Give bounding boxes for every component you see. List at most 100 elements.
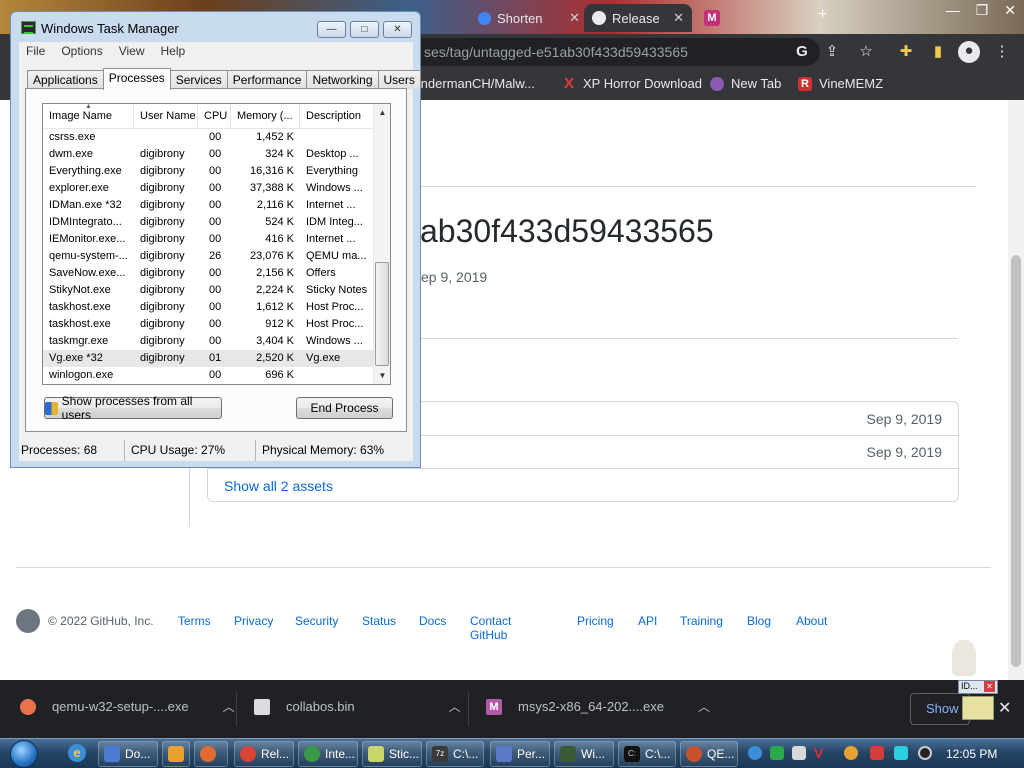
column-header-cpu[interactable]: CPU	[198, 104, 231, 129]
footer-link-privacy[interactable]: Privacy	[234, 614, 273, 628]
end-process-button[interactable]: End Process	[296, 397, 393, 419]
column-header-memory[interactable]: Memory (...	[231, 104, 300, 129]
address-bar[interactable]: ses/tag/untagged-e51ab30f433d59433565	[400, 38, 820, 66]
tab-close-icon[interactable]: ✕	[673, 10, 684, 26]
scrollbar-thumb[interactable]	[375, 262, 389, 366]
column-header-description[interactable]: Description	[300, 104, 374, 129]
network-globe-icon[interactable]	[748, 746, 762, 760]
footer-link-about[interactable]: About	[796, 614, 827, 628]
bookmark-item[interactable]: X XP Horror Download	[562, 76, 702, 92]
bookmark-item[interactable]: New Tab	[710, 76, 781, 91]
idm-download-icon[interactable]	[962, 696, 994, 720]
process-list[interactable]: ▲ Image Name User Name CPU Memory (... D…	[42, 103, 391, 385]
process-row[interactable]: explorer.exe digibrony 00 37,388 K Windows .…	[43, 180, 374, 197]
tab-performance[interactable]: Performance	[226, 70, 308, 89]
tab-applications[interactable]: Applications	[27, 70, 104, 89]
process-row[interactable]: Vg.exe *32 digibrony 01 2,520 K Vg.exe	[43, 350, 374, 367]
column-header-image-name[interactable]: ▲ Image Name	[43, 104, 134, 129]
tray-app-icon[interactable]	[770, 746, 784, 760]
bookmark-item[interactable]: EndermanCH/Malw...	[412, 76, 535, 91]
process-row[interactable]: SaveNow.exe... digibrony 00 2,156 K Offers	[43, 265, 374, 282]
github-logo-icon[interactable]	[16, 609, 40, 633]
window-titlebar[interactable]: Windows Task Manager — □ ✕	[11, 12, 420, 42]
new-tab-icon[interactable]: +	[818, 6, 827, 24]
taskbar-button[interactable]: Rel...	[234, 741, 294, 767]
close-icon[interactable]: ✕	[984, 681, 995, 692]
browser-tab[interactable]: M	[696, 4, 736, 32]
tab-processes[interactable]: Processes	[102, 68, 171, 90]
tab-networking[interactable]: Networking	[306, 70, 379, 89]
tab-close-icon[interactable]: ✕	[569, 10, 580, 26]
taskbar-button[interactable]: Inte...	[298, 741, 358, 767]
menu-file[interactable]: File	[19, 42, 54, 61]
share-icon[interactable]: ⇪	[822, 42, 842, 62]
ie-icon[interactable]: e	[68, 744, 86, 762]
footer-link-status[interactable]: Status	[362, 614, 396, 628]
process-row[interactable]: taskhost.exe digibrony 00 912 K Host Proc...	[43, 316, 374, 333]
bookmark-item[interactable]: R VineMEMZ	[798, 76, 883, 91]
taskbar-button[interactable]	[162, 741, 190, 767]
tab-services[interactable]: Services	[169, 70, 228, 89]
menu-options[interactable]: Options	[54, 42, 111, 61]
process-row[interactable]: taskmgr.exe digibrony 00 3,404 K Windows ...	[43, 333, 374, 350]
page-scrollbar[interactable]	[1008, 100, 1024, 680]
extensions-icon[interactable]: ✚	[896, 42, 916, 62]
process-row[interactable]: IDMIntegrato... digibrony 00 524 K IDM Integ…	[43, 214, 374, 231]
bookmark-star-icon[interactable]: ☆	[856, 42, 876, 62]
flag-tray-icon[interactable]	[870, 746, 884, 760]
maximize-icon[interactable]: ❐	[976, 2, 989, 19]
process-row[interactable]: qemu-system-... digibrony 26 23,076 K QEMU m…	[43, 248, 374, 265]
start-orb-icon[interactable]	[10, 740, 38, 768]
show-all-assets-link[interactable]: Show all 2 assets	[224, 478, 333, 494]
taskbar-button[interactable]: QE...	[680, 741, 738, 767]
process-row[interactable]: taskhost.exe digibrony 00 1,612 K Host Proc.…	[43, 299, 374, 316]
close-icon[interactable]: ✕	[998, 698, 1011, 718]
side-panel-icon[interactable]: ▮	[928, 42, 948, 62]
taskbar-button[interactable]: Do...	[98, 741, 158, 767]
download-item[interactable]: qemu-w32-setup-....exe ︿	[20, 698, 235, 715]
scroll-down-icon[interactable]: ▼	[374, 367, 390, 384]
menu-help[interactable]: Help	[154, 42, 195, 61]
search-tray-icon[interactable]	[844, 746, 858, 760]
taskbar-button[interactable]: C: C:\...	[618, 741, 676, 767]
tab-users[interactable]: Users	[377, 70, 421, 89]
footer-link-pricing[interactable]: Pricing	[577, 614, 614, 628]
process-row[interactable]: IEMonitor.exe... digibrony 00 416 K Internet…	[43, 231, 374, 248]
menu-view[interactable]: View	[112, 42, 154, 61]
show-all-users-button[interactable]: Show processes from all users	[44, 394, 222, 422]
google-icon[interactable]: G	[792, 42, 812, 62]
chevron-up-icon[interactable]: ︿	[698, 698, 710, 715]
process-row[interactable]: Everything.exe digibrony 00 16,316 K Everyth…	[43, 163, 374, 180]
download-item[interactable]: M msys2-x86_64-202....exe ︿	[486, 698, 710, 715]
idm-floating-widget[interactable]: ID... ✕	[958, 680, 998, 720]
taskbar-button[interactable]: Per...	[490, 741, 550, 767]
chevron-up-icon[interactable]: ︿	[449, 698, 461, 715]
process-list-scrollbar[interactable]: ▲ ▼	[373, 104, 390, 384]
minimize-button[interactable]: —	[317, 21, 346, 38]
page-scrollbar-thumb[interactable]	[1011, 255, 1021, 667]
footer-link-docs[interactable]: Docs	[419, 614, 446, 628]
footer-link-training[interactable]: Training	[680, 614, 723, 628]
close-button[interactable]: ✕	[383, 21, 412, 38]
chevron-up-icon[interactable]: ︿	[223, 698, 235, 715]
download-item[interactable]: collabos.bin ︿	[254, 698, 461, 715]
footer-link-terms[interactable]: Terms	[178, 614, 211, 628]
taskbar-button[interactable]: Wi...	[554, 741, 614, 767]
volume-tray-icon[interactable]	[918, 746, 932, 760]
footer-link-blog[interactable]: Blog	[747, 614, 771, 628]
profile-avatar-icon[interactable]: ●	[958, 41, 980, 63]
footer-link-security[interactable]: Security	[295, 614, 338, 628]
minimize-icon[interactable]: —	[946, 2, 960, 19]
monitor-tray-icon[interactable]	[894, 746, 908, 760]
taskbar-button[interactable]	[194, 741, 228, 767]
tray-app-icon[interactable]	[792, 746, 806, 760]
maximize-button[interactable]: □	[350, 21, 379, 38]
taskbar-button[interactable]: Stic...	[362, 741, 422, 767]
taskbar-clock[interactable]: 12:05 PM	[946, 747, 997, 761]
column-header-user-name[interactable]: User Name	[134, 104, 198, 129]
process-row[interactable]: dwm.exe digibrony 00 324 K Desktop ...	[43, 146, 374, 163]
process-row[interactable]: csrss.exe 00 1,452 K	[43, 129, 374, 146]
process-row[interactable]: IDMan.exe *32 digibrony 00 2,116 K Internet …	[43, 197, 374, 214]
process-row[interactable]: winlogon.exe 00 696 K	[43, 367, 374, 384]
menu-kebab-icon[interactable]: ⋮	[992, 42, 1012, 62]
